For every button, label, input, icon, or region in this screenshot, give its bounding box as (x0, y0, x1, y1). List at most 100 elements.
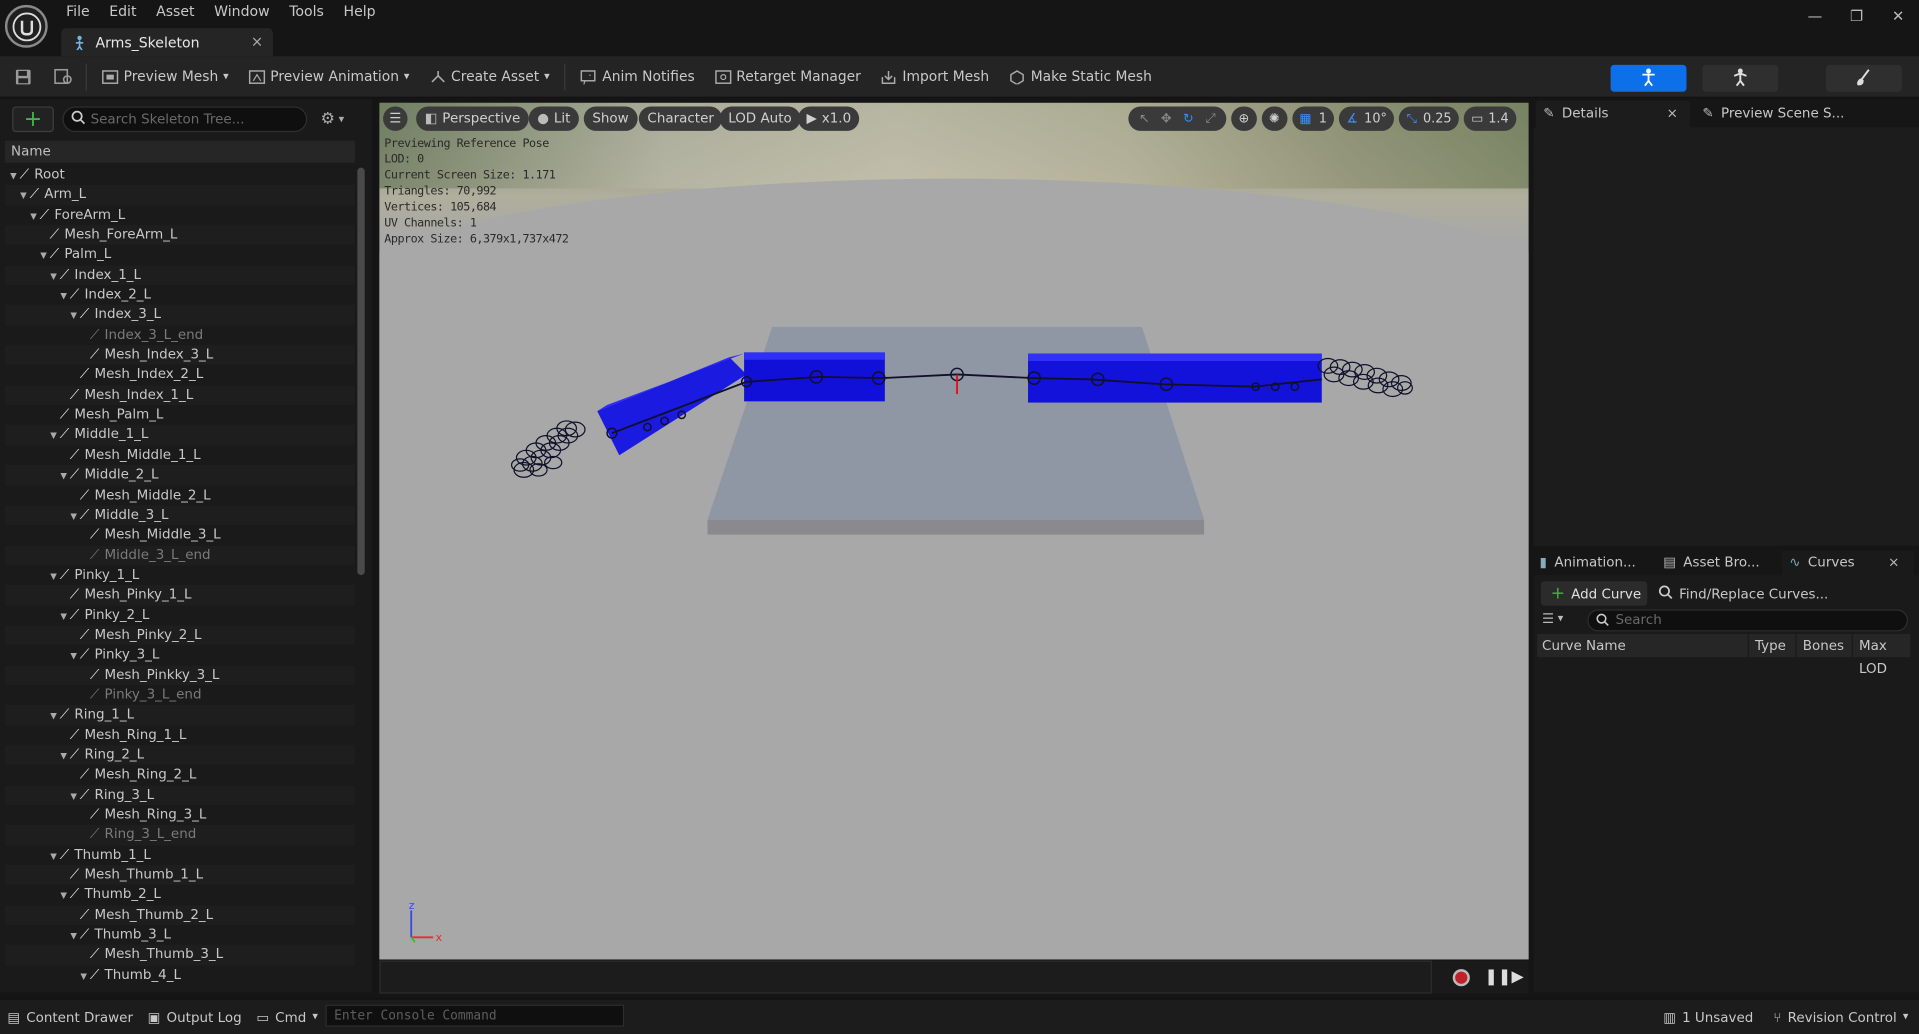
step-forward-icon[interactable]: ▶ (1511, 968, 1523, 986)
scale-snap-button[interactable]: ⤡ 0.25 (1399, 106, 1459, 131)
tree-row-bone[interactable]: ⟋ Mesh_Thumb_1_L (4, 865, 355, 886)
preview-viewport[interactable]: ☰ ◧ Perspective ● Lit Show Character LOD… (379, 102, 1529, 960)
tree-row-bone[interactable]: ⟋ Mesh_Thumb_2_L (4, 905, 355, 926)
tree-row-bone[interactable]: ▼ ⟋ Thumb_3_L (5, 925, 355, 945)
expand-arrow-icon[interactable]: ▼ (58, 886, 70, 906)
tree-row-bone[interactable]: ▼ ⟋ Ring_1_L (4, 705, 355, 726)
select-arrow-icon[interactable]: ↖ (1133, 106, 1155, 130)
tree-row-bone[interactable]: ⟋ Mesh_Index_1_L (4, 385, 355, 406)
tab-preview-scene[interactable]: ✎ Preview Scene S... (1695, 100, 1915, 127)
tree-row-bone[interactable]: ⟋ Mesh_Pinky_1_L (4, 585, 355, 606)
tab-animation[interactable]: ▮ Animation... (1540, 551, 1636, 575)
expand-arrow-icon[interactable]: ▼ (68, 786, 80, 806)
find-replace-curves-button[interactable]: Find/Replace Curves... (1658, 581, 1828, 605)
expand-arrow-icon[interactable]: ▼ (7, 166, 19, 186)
expand-arrow-icon[interactable]: ▼ (78, 966, 90, 986)
tree-row-bone[interactable]: ⟋ Mesh_Middle_2_L (5, 485, 355, 505)
column-max-lod[interactable]: Max LOD (1851, 633, 1911, 681)
expand-arrow-icon[interactable]: ▼ (58, 466, 70, 486)
tree-row-bone[interactable]: ⟋ Mesh_Ring_2_L (5, 765, 355, 785)
tree-row-bone[interactable]: ▼ ⟋ Root (5, 165, 355, 185)
tree-row-bone[interactable]: ⟋ Middle_3_L_end (4, 545, 355, 566)
tree-row-bone[interactable]: ▼ ⟋ Index_2_L (5, 285, 355, 305)
tree-row-bone[interactable]: ▼ ⟋ ForeArm_L (5, 205, 355, 225)
character-button[interactable]: Character (638, 106, 723, 131)
tab-asset-browser[interactable]: ▤ Asset Bro... (1663, 551, 1759, 575)
perspective-button[interactable]: ◧ Perspective (416, 106, 529, 131)
tree-row-bone[interactable]: ▼ ⟋ Thumb_4_L (5, 965, 355, 985)
browse-asset-icon[interactable] (47, 56, 81, 98)
tree-row-bone[interactable]: ▼ ⟋ Ring_3_L (4, 785, 355, 806)
column-curve-name[interactable]: Curve Name (1542, 634, 1626, 657)
unreal-logo-icon[interactable] (4, 4, 48, 48)
viewport-options-button[interactable]: ☰ (383, 106, 408, 131)
expand-arrow-icon[interactable]: ▼ (47, 426, 59, 446)
tree-row-bone[interactable]: ⟋ Mesh_Pinky_2_L (4, 625, 355, 646)
tree-row-bone[interactable]: ▼ ⟋ Middle_3_L (4, 505, 355, 526)
close-tab-icon[interactable]: × (1667, 102, 1678, 126)
retarget-manager-button[interactable]: Retarget Manager (704, 56, 870, 98)
skeleton-search-input[interactable]: Search Skeleton Tree... (62, 106, 308, 133)
expand-arrow-icon[interactable]: ▼ (47, 846, 59, 866)
tree-row-bone[interactable]: ⟋ Index_3_L_end (5, 325, 355, 345)
angle-snap-button[interactable]: ∡ 10° (1339, 106, 1395, 131)
tree-settings-button[interactable]: ⚙ ▾ (321, 110, 344, 128)
tree-row-bone[interactable]: ▼ ⟋ Middle_2_L (4, 465, 355, 486)
grid-snap-button[interactable]: ▦ 1 (1291, 106, 1335, 131)
restore-button[interactable]: ❐ (1836, 7, 1878, 24)
expand-arrow-icon[interactable]: ▼ (47, 706, 59, 726)
tree-row-bone[interactable]: ▼ ⟋ Thumb_1_L (5, 845, 355, 865)
tree-row-bone[interactable]: ▼ ⟋ Middle_1_L (4, 425, 355, 446)
output-log-button[interactable]: ▣ Output Log (140, 999, 249, 1034)
document-tab[interactable]: Arms_Skeleton × (61, 28, 273, 57)
menu-tools[interactable]: Tools (279, 0, 333, 23)
tree-scrollbar[interactable] (357, 167, 365, 576)
record-button[interactable] (1452, 969, 1470, 987)
close-tab-icon[interactable]: × (251, 33, 263, 50)
menu-file[interactable]: File (56, 0, 99, 23)
mesh-mode-button[interactable] (1702, 64, 1779, 92)
surface-snap-icon[interactable]: ✺ (1261, 106, 1288, 131)
skeleton-mode-button[interactable] (1610, 64, 1687, 92)
menu-asset[interactable]: Asset (146, 0, 204, 23)
tree-row-bone[interactable]: ⟋ Mesh_Thumb_3_L (4, 945, 355, 966)
tree-row-bone[interactable]: ⟋ Mesh_Pinkky_3_L (4, 665, 355, 686)
curve-filter-button[interactable]: ☰ ▾ (1542, 611, 1563, 627)
tree-row-bone[interactable]: ▼ ⟋ Pinky_3_L (5, 645, 355, 665)
tree-row-bone[interactable]: ▼ ⟋ Ring_2_L (4, 745, 355, 766)
expand-arrow-icon[interactable]: ▼ (68, 926, 80, 946)
preview-animation-button[interactable]: Preview Animation ▾ (238, 56, 419, 98)
make-static-mesh-button[interactable]: Make Static Mesh (999, 56, 1162, 98)
close-tab-icon[interactable]: × (1888, 551, 1899, 575)
tree-row-bone[interactable]: ⟋ Pinky_3_L_end (5, 685, 355, 705)
preview-mesh-button[interactable]: Preview Mesh ▾ (92, 56, 239, 98)
expand-arrow-icon[interactable]: ▼ (58, 606, 70, 626)
tree-row-bone[interactable]: ▼ ⟋ Index_1_L (4, 265, 355, 286)
tree-row-bone[interactable]: ⟋ Mesh_ForeArm_L (4, 225, 355, 246)
expand-arrow-icon[interactable]: ▼ (37, 246, 49, 266)
scale-icon[interactable]: ⤢ (1199, 106, 1221, 130)
expand-arrow-icon[interactable]: ▼ (47, 266, 59, 286)
expand-arrow-icon[interactable]: ▼ (58, 746, 70, 766)
anim-notifies-button[interactable]: Anim Notifies (570, 56, 704, 98)
menu-help[interactable]: Help (334, 0, 386, 23)
create-asset-button[interactable]: Create Asset ▾ (419, 56, 559, 98)
tree-row-bone[interactable]: ▼ ⟋ Thumb_2_L (5, 885, 355, 905)
close-window-button[interactable]: ✕ (1877, 7, 1919, 24)
unsaved-button[interactable]: ▥ 1 Unsaved (1656, 999, 1761, 1034)
tree-row-bone[interactable]: ▼ ⟋ Arm_L (4, 185, 355, 206)
translate-icon[interactable]: ✥ (1155, 106, 1177, 130)
timeline-track[interactable] (379, 960, 1432, 994)
expand-arrow-icon[interactable]: ▼ (68, 646, 80, 666)
revision-control-button[interactable]: ⑂ Revision Control ▾ (1766, 999, 1916, 1034)
world-local-icon[interactable]: ⊕ (1231, 106, 1257, 131)
animation-mode-button[interactable] (1825, 64, 1902, 92)
import-mesh-button[interactable]: Import Mesh (871, 56, 999, 98)
pause-icon[interactable]: ❚❚ (1485, 968, 1512, 986)
column-header-name[interactable]: Name (4, 140, 355, 163)
content-drawer-button[interactable]: ▤ Content Drawer (0, 999, 140, 1034)
tree-row-bone[interactable]: ⟋ Mesh_Middle_1_L (5, 445, 355, 465)
expand-arrow-icon[interactable]: ▼ (68, 306, 80, 326)
add-curve-button[interactable]: + Add Curve (1540, 581, 1648, 606)
tree-row-bone[interactable]: ▼ ⟋ Index_3_L (4, 305, 355, 326)
